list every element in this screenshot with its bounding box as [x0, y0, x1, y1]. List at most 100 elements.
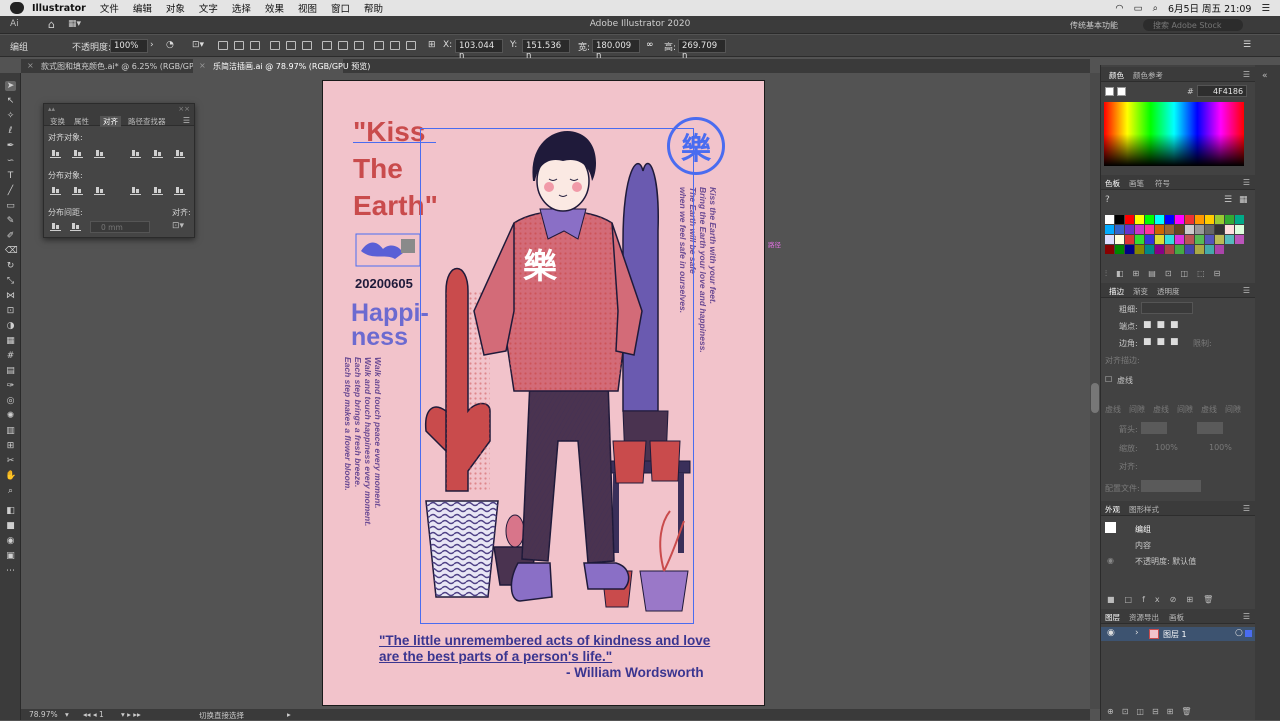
swatch-kind-icon[interactable]: ? — [1105, 195, 1110, 205]
artboard[interactable]: "Kiss The Earth" 20200605 Happi- ness Wa… — [322, 80, 765, 706]
color-swatch[interactable] — [1145, 215, 1154, 224]
distribute-vcenter-icon[interactable] — [338, 41, 348, 50]
color-swatch[interactable] — [1205, 245, 1214, 254]
panel-menu-icon[interactable]: ☰ — [1243, 178, 1250, 187]
menu-window[interactable]: 窗口 — [331, 1, 350, 15]
opacity-arrow-icon[interactable]: › — [150, 40, 154, 50]
menu-object[interactable]: 对象 — [166, 1, 185, 15]
constrain-proportions-icon[interactable]: ∞ — [646, 40, 654, 50]
align-to-icon[interactable]: ⊡▾ — [192, 40, 204, 50]
quote-line-1[interactable]: "The little unremembered acts of kindnes… — [379, 633, 710, 648]
stroke-swatch[interactable] — [1117, 87, 1126, 96]
cap-buttons-icon[interactable]: ■■■ — [1143, 320, 1184, 330]
distribute-left-icon[interactable] — [374, 41, 384, 50]
layers-actions-icon[interactable]: ⊕⊡◫⊟⊞🗑 — [1107, 707, 1200, 716]
poster-title-line-1[interactable]: "Kiss — [353, 113, 425, 150]
artboard-number[interactable]: 1 — [99, 710, 104, 719]
color-swatch[interactable] — [1125, 215, 1134, 224]
control-center-icon[interactable]: ☰ — [1261, 3, 1270, 14]
panel-menu-icon[interactable]: ☰ — [1243, 286, 1250, 295]
fill-swatch[interactable] — [1105, 87, 1114, 96]
search-icon[interactable]: ⌕ — [1153, 3, 1158, 14]
color-swatch[interactable] — [1205, 225, 1214, 234]
width-input[interactable]: 180.009 n — [592, 39, 640, 61]
tab-stroke[interactable]: 描边 — [1109, 286, 1124, 297]
distribute-hcenter-icon[interactable] — [152, 186, 163, 195]
color-swatch[interactable] — [1115, 235, 1124, 244]
vertical-scrollbar[interactable] — [1090, 73, 1100, 709]
target-circle-icon[interactable]: ○ — [1235, 628, 1243, 638]
color-swatch[interactable] — [1155, 215, 1164, 224]
tab-swatches[interactable]: 色板 — [1105, 178, 1120, 189]
hex-input[interactable]: 4F4186 — [1197, 85, 1247, 97]
color-swatch[interactable] — [1135, 225, 1144, 234]
poster-date[interactable]: 20200605 — [355, 276, 413, 291]
selection-bounding-box[interactable] — [420, 128, 694, 624]
color-swatch[interactable] — [1185, 215, 1194, 224]
bird-emblem[interactable] — [355, 233, 421, 267]
distribute-hcenter-icon[interactable] — [390, 41, 400, 50]
panel-menu-icon[interactable]: ☰ — [1243, 504, 1250, 513]
appearance-contents-label[interactable]: 内容 — [1135, 540, 1151, 551]
hand-tool-icon[interactable]: ✋ — [5, 471, 16, 481]
menu-type[interactable]: 文字 — [199, 1, 218, 15]
collapse-dock-icon[interactable]: « — [1262, 71, 1268, 81]
align-bottom-icon[interactable] — [174, 149, 185, 158]
recolor-icon[interactable]: ◔ — [166, 40, 174, 50]
width-tool-icon[interactable]: ⋈ — [5, 291, 16, 301]
tab-color-guide[interactable]: 颜色参考 — [1133, 70, 1163, 81]
scale-tool-icon[interactable]: ⤡ — [5, 276, 16, 286]
gradient-tool-icon[interactable]: ▤ — [5, 366, 16, 376]
magic-wand-icon[interactable]: ✧ — [5, 111, 16, 121]
distribute-vspace-icon[interactable] — [50, 222, 61, 231]
color-swatch[interactable] — [1125, 225, 1134, 234]
align-to-selection-icon[interactable]: ⊡▾ — [172, 221, 184, 231]
color-swatch[interactable] — [1125, 245, 1134, 254]
graph-tool-icon[interactable]: ▥ — [5, 426, 16, 436]
symbol-sprayer-icon[interactable]: ✺ — [5, 411, 16, 421]
color-swatch[interactable] — [1155, 225, 1164, 234]
close-icon[interactable]: × — [27, 61, 34, 70]
shape-builder-icon[interactable]: ◑ — [5, 321, 16, 331]
happiness-line-2[interactable]: ness — [351, 325, 408, 350]
color-swatch[interactable] — [1195, 215, 1204, 224]
color-swatch[interactable] — [1175, 245, 1184, 254]
align-hcenter-icon[interactable] — [72, 149, 83, 158]
scale-start-value[interactable]: 100% — [1155, 443, 1178, 452]
color-swatch[interactable] — [1175, 225, 1184, 234]
appearance-group-label[interactable]: 编组 — [1135, 524, 1151, 535]
workspace-switcher[interactable]: 传统基本功能 — [1070, 20, 1118, 31]
appearance-actions-icon[interactable]: ■□fx⊘⊞🗑 — [1107, 595, 1223, 604]
quote-line-2[interactable]: are the best parts of a person's life." — [379, 649, 612, 664]
align-left-icon[interactable] — [50, 149, 61, 158]
color-swatch[interactable] — [1235, 235, 1244, 244]
visibility-eye-icon[interactable]: ◉ — [1107, 628, 1115, 638]
appearance-opacity-label[interactable]: 不透明度: 默认值 — [1135, 556, 1196, 567]
menu-edit[interactable]: 编辑 — [133, 1, 152, 15]
height-input[interactable]: 269.709 n — [678, 39, 726, 61]
eraser-icon[interactable]: ⌫ — [5, 246, 18, 256]
color-swatch[interactable] — [1125, 235, 1134, 244]
align-right-icon[interactable] — [250, 41, 260, 50]
color-swatch[interactable] — [1205, 235, 1214, 244]
paintbrush-icon[interactable]: ✎ — [5, 216, 16, 226]
layer-row[interactable]: ◉ › 图层 1 ○ — [1101, 627, 1256, 641]
battery-icon[interactable]: ▭ — [1134, 3, 1143, 14]
tab-align[interactable]: 对齐 — [100, 116, 121, 127]
wifi-icon[interactable]: ◠ — [1115, 3, 1123, 14]
artboard-nav-icon[interactable]: ◂◂ ◂ — [83, 710, 97, 719]
grid-view-icon[interactable]: ▦ — [1239, 195, 1248, 205]
color-swatch[interactable] — [1175, 215, 1184, 224]
tab-brushes[interactable]: 画笔 — [1129, 178, 1144, 189]
scale-end-value[interactable]: 100% — [1209, 443, 1232, 452]
color-swatch[interactable] — [1165, 215, 1174, 224]
color-swatch[interactable] — [1235, 225, 1244, 234]
direct-selection-tool-icon[interactable]: ↖ — [5, 96, 16, 106]
tab-artboards[interactable]: 画板 — [1169, 612, 1184, 623]
distribute-top-icon[interactable] — [322, 41, 332, 50]
color-swatch[interactable] — [1215, 235, 1224, 244]
align-vcenter-icon[interactable] — [286, 41, 296, 50]
tab-gradient[interactable]: 渐变 — [1133, 286, 1148, 297]
curvature-tool-icon[interactable]: ∽ — [5, 156, 16, 166]
x-input[interactable]: 103.044 n — [455, 39, 503, 61]
